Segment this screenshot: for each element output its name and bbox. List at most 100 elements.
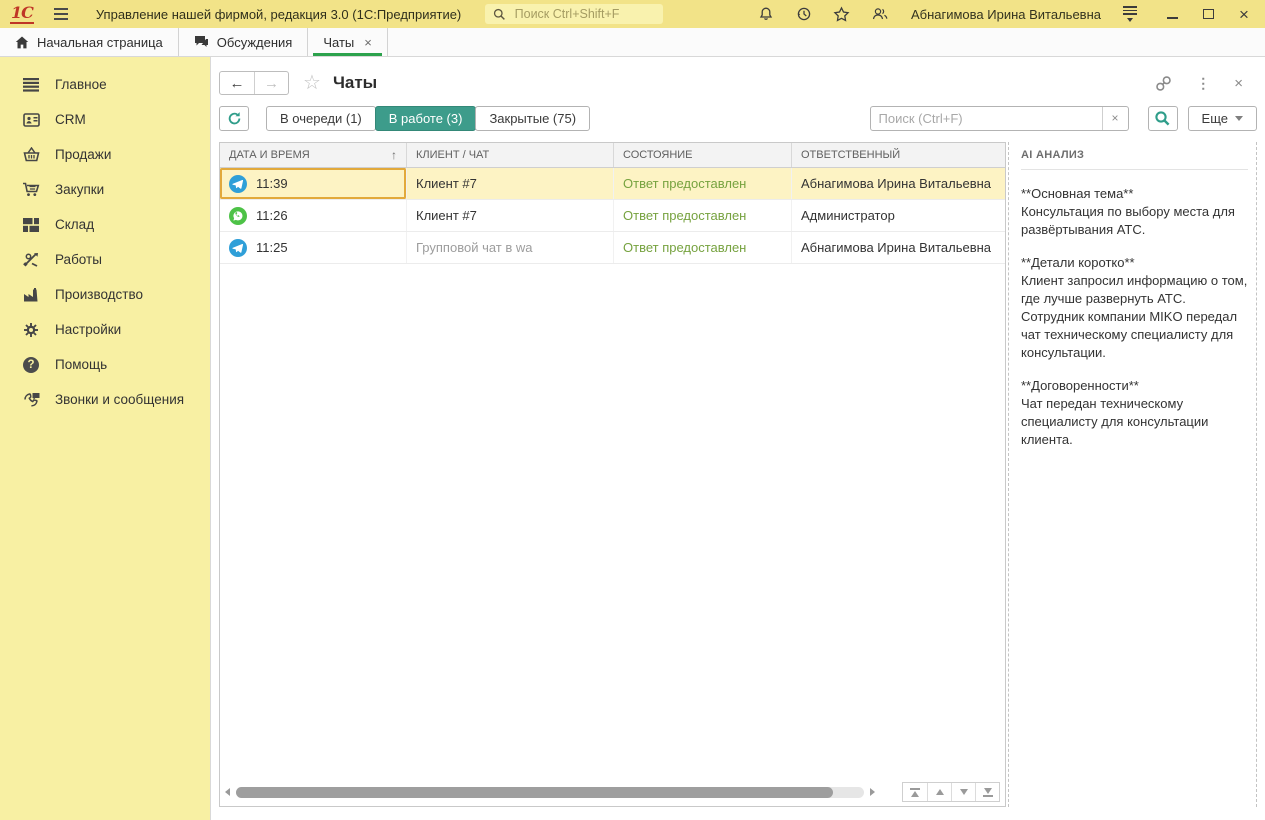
sidebar-item-label: Звонки и сообщения (55, 392, 184, 407)
back-button[interactable]: ← (220, 72, 254, 94)
cell-state[interactable]: Ответ предоставлен (614, 232, 792, 263)
go-up-button[interactable] (927, 783, 951, 801)
scroll-left-icon[interactable] (225, 788, 230, 796)
column-header-datetime[interactable]: ДАТА И ВРЕМЯ ↑ (220, 143, 407, 167)
list-search-input[interactable] (871, 107, 1102, 130)
table-row[interactable]: 11:25 Групповой чат в wa Ответ предостав… (220, 232, 1005, 264)
table-row[interactable]: 11:39 Клиент #7 Ответ предоставлен Абнаг… (220, 168, 1005, 200)
phone-message-icon (22, 391, 40, 409)
sidebar-item-production[interactable]: Производство (0, 277, 210, 312)
more-button-label: Еще (1202, 111, 1228, 126)
status-badge: Ответ предоставлен (623, 208, 746, 223)
run-search-button[interactable] (1148, 106, 1178, 131)
app-window: 1С Управление нашей фирмой, редакция 3.0… (0, 0, 1265, 820)
forward-button[interactable]: → (254, 72, 288, 94)
tab-discussions[interactable]: Обсуждения (179, 28, 309, 56)
contact-card-icon (22, 111, 40, 129)
history-icon[interactable] (795, 5, 813, 23)
global-search-box[interactable] (485, 4, 663, 24)
column-header-client[interactable]: КЛИЕНТ / ЧАТ (407, 143, 614, 167)
sidebar-item-label: Работы (55, 252, 102, 267)
cell-responsible[interactable]: Абнагимова Ирина Витальевна (792, 232, 1005, 263)
horizontal-scrollbar[interactable] (236, 787, 864, 798)
refresh-icon (227, 111, 242, 126)
cell-responsible[interactable]: Абнагимова Ирина Витальевна (792, 168, 1005, 199)
chats-table: ДАТА И ВРЕМЯ ↑ КЛИЕНТ / ЧАТ СОСТОЯНИЕ ОТ… (219, 142, 1006, 807)
scrollbar-thumb[interactable] (236, 787, 833, 798)
window-title: Управление нашей фирмой, редакция 3.0 (1… (96, 7, 461, 22)
filter-in-progress-button[interactable]: В работе (3) (375, 106, 477, 131)
service-menu-icon[interactable] (1121, 4, 1139, 24)
sidebar-item-crm[interactable]: CRM (0, 102, 210, 137)
form-header-icons: ⋮ × (1155, 75, 1257, 92)
global-search-input[interactable] (513, 6, 656, 22)
ai-panel-title: AI АНАЛИЗ (1021, 142, 1248, 170)
cell-datetime[interactable]: 11:25 (220, 232, 407, 263)
cell-state[interactable]: Ответ предоставлен (614, 168, 792, 199)
tab-bar: Начальная страница Обсуждения Чаты × (0, 28, 1265, 57)
tab-home[interactable]: Начальная страница (0, 28, 179, 56)
form-close-icon[interactable]: × (1234, 75, 1243, 92)
notifications-bell-icon[interactable] (757, 5, 775, 23)
column-header-responsible[interactable]: ОТВЕТСТВЕННЫЙ (792, 143, 1005, 167)
current-user-name[interactable]: Абнагимова Ирина Витальевна (911, 7, 1101, 22)
minimize-button[interactable] (1165, 7, 1179, 21)
sort-ascending-icon: ↑ (391, 148, 397, 162)
users-icon[interactable] (871, 5, 889, 23)
go-to-top-button[interactable] (903, 783, 927, 801)
cell-state[interactable]: Ответ предоставлен (614, 200, 792, 231)
cell-datetime[interactable]: 11:26 (220, 200, 407, 231)
filter-queued-button[interactable]: В очереди (1) (266, 106, 376, 131)
get-link-icon[interactable] (1155, 75, 1172, 92)
column-header-state[interactable]: СОСТОЯНИЕ (614, 143, 792, 167)
go-down-button[interactable] (951, 783, 975, 801)
sections-sidebar: Главное CRM Продажи Закупки (0, 57, 210, 820)
tools-icon (22, 251, 40, 269)
table-row[interactable]: 11:26 Клиент #7 Ответ предоставлен Админ… (220, 200, 1005, 232)
more-actions-dots-icon[interactable]: ⋮ (1196, 75, 1210, 92)
refresh-button[interactable] (219, 106, 249, 131)
sidebar-item-settings[interactable]: Настройки (0, 312, 210, 347)
sidebar-item-purchases[interactable]: Закупки (0, 172, 210, 207)
status-badge: Ответ предоставлен (623, 176, 746, 191)
tab-label: Обсуждения (217, 35, 293, 50)
sidebar-item-help[interactable]: ? Помощь (0, 347, 210, 382)
main-area: Главное CRM Продажи Закупки (0, 57, 1265, 820)
sidebar-item-warehouse[interactable]: Склад (0, 207, 210, 242)
sidebar-item-calls-and-messages[interactable]: Звонки и сообщения (0, 382, 210, 417)
clear-search-icon[interactable]: × (1102, 107, 1128, 130)
more-button[interactable]: Еще (1188, 106, 1257, 131)
sidebar-item-main[interactable]: Главное (0, 67, 210, 102)
filter-closed-button[interactable]: Закрытые (75) (475, 106, 590, 131)
sidebar-item-label: Главное (55, 77, 107, 92)
ai-section-main-topic: **Основная тема** Консультация по выбору… (1021, 185, 1248, 239)
main-menu-icon[interactable] (52, 6, 70, 22)
home-icon (15, 36, 29, 49)
factory-icon (22, 286, 40, 304)
go-to-bottom-button[interactable] (975, 783, 999, 801)
chevron-down-icon (1235, 116, 1243, 121)
sidebar-item-label: CRM (55, 112, 86, 127)
cell-client[interactable]: Клиент #7 (407, 200, 614, 231)
help-icon: ? (22, 356, 40, 374)
cell-client[interactable]: Клиент #7 (407, 168, 614, 199)
tab-close-icon[interactable]: × (364, 35, 372, 50)
cell-client[interactable]: Групповой чат в wa (407, 232, 614, 263)
cell-datetime[interactable]: 11:39 (220, 168, 407, 199)
gear-icon (22, 321, 40, 339)
telegram-icon (229, 239, 247, 257)
status-badge: Ответ предоставлен (623, 240, 746, 255)
tab-chats[interactable]: Чаты × (308, 28, 388, 56)
chat-filter-group: В очереди (1) В работе (3) Закрытые (75) (266, 106, 590, 131)
window-close-button[interactable]: × (1237, 7, 1251, 21)
sidebar-item-sales[interactable]: Продажи (0, 137, 210, 172)
scroll-right-icon[interactable] (870, 788, 875, 796)
form-header: ← → ☆ Чаты ⋮ × (219, 66, 1257, 100)
horizontal-scrollbar-row (220, 782, 1005, 806)
add-to-favorites-star-icon[interactable]: ☆ (303, 73, 321, 93)
cell-responsible[interactable]: Администратор (792, 200, 1005, 231)
sidebar-item-works[interactable]: Работы (0, 242, 210, 277)
panel-splitter[interactable] (1008, 142, 1019, 807)
maximize-button[interactable] (1201, 7, 1215, 21)
favorites-star-icon[interactable] (833, 5, 851, 23)
